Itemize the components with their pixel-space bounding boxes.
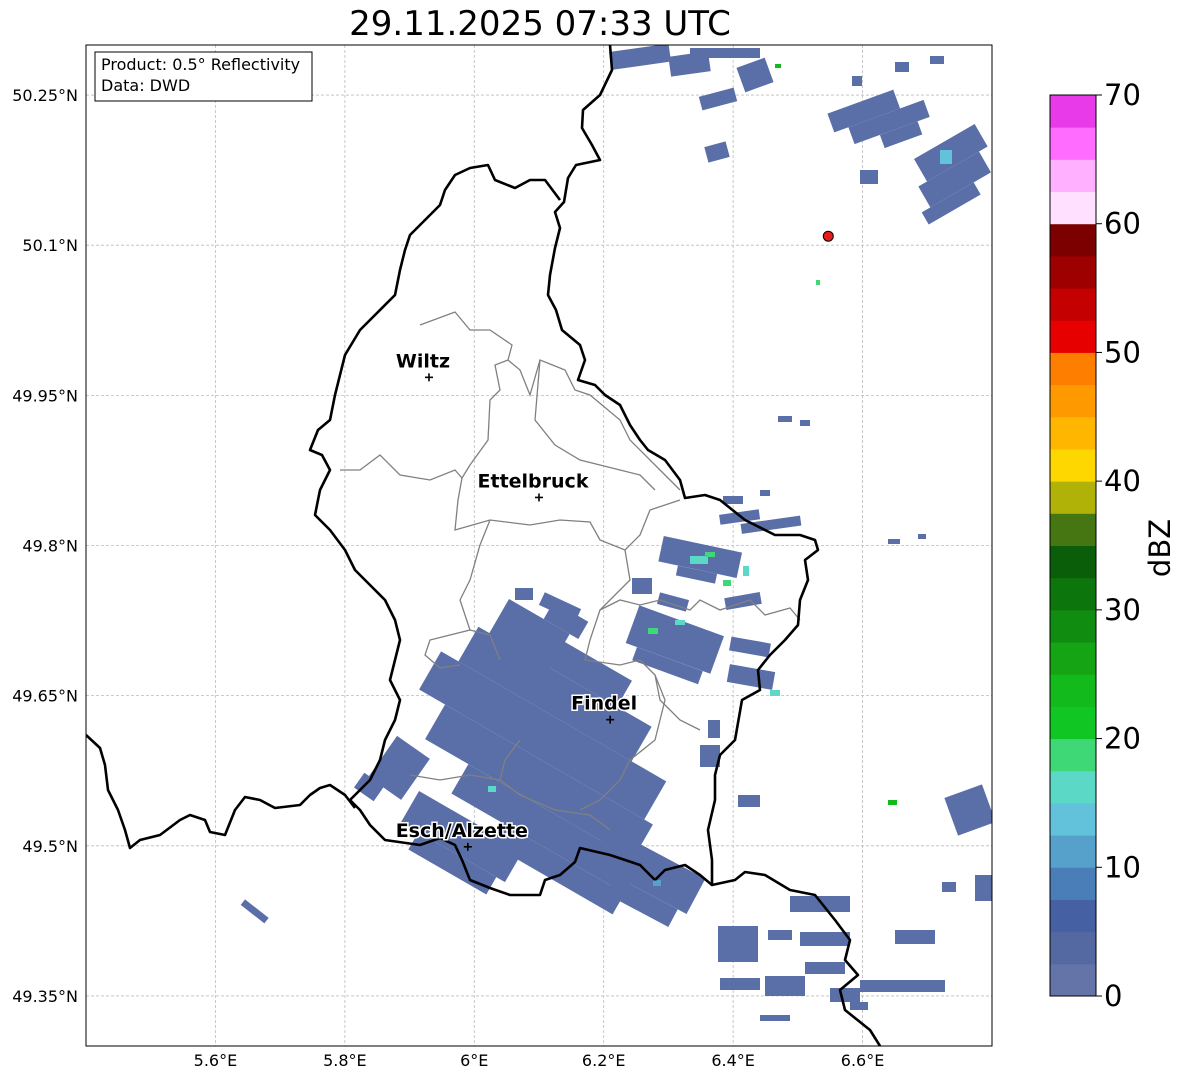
y-tick-label: 50.25°N	[12, 86, 78, 105]
colorbar-tick-label: 40	[1104, 464, 1141, 498]
x-tick-label: 6.2°E	[582, 1051, 626, 1070]
colorbar-segment	[1050, 674, 1096, 707]
colorbar-segment	[1050, 191, 1096, 225]
colorbar-segment	[1050, 545, 1096, 579]
colorbar-segment	[1050, 416, 1096, 450]
city-label: Ettelbruck	[478, 470, 589, 492]
colorbar-tick-label: 0	[1104, 979, 1122, 1013]
colorbar-segment	[1050, 899, 1096, 933]
colorbar-segment	[1050, 770, 1096, 804]
colorbar-segment	[1050, 963, 1096, 997]
colorbar-segment	[1050, 706, 1096, 740]
colorbar-segment	[1050, 835, 1096, 868]
x-tick-label: 6°E	[460, 1051, 488, 1070]
colorbar-segment	[1050, 288, 1096, 321]
y-tick-label: 50.1°N	[22, 236, 78, 255]
colorbar-tick-label: 60	[1104, 207, 1141, 241]
x-tick-label: 5.6°E	[194, 1051, 238, 1070]
y-tick-label: 49.8°N	[22, 537, 78, 556]
colorbar-segment	[1050, 255, 1096, 289]
colorbar-tick-label: 10	[1104, 850, 1141, 884]
info-data-source: Data: DWD	[101, 76, 190, 95]
x-tick-label: 6.4°E	[711, 1051, 755, 1070]
radar-map: Wiltz Ettelbruck Findel Esch/Alzette Produc…	[12, 44, 1177, 1070]
colorbar-segment	[1050, 867, 1096, 900]
city-label: Esch/Alzette	[396, 820, 528, 842]
y-tick-label: 49.65°N	[12, 687, 78, 706]
colorbar-segment	[1050, 384, 1096, 418]
colorbar-segment	[1050, 159, 1096, 193]
colorbar-segment	[1050, 481, 1096, 514]
city-wiltz: Wiltz	[394, 349, 452, 382]
reflectivity-echoes	[240, 45, 992, 1021]
colorbar-tick-label: 20	[1104, 722, 1141, 756]
axis-ticks: 5.6°E 5.8°E 6°E 6.2°E 6.4°E 6.6°E 50.25°N 50.1°…	[12, 86, 884, 1070]
y-tick-label: 49.5°N	[22, 837, 78, 856]
city-ettelbruck: Ettelbruck	[476, 469, 590, 502]
colorbar-segment	[1050, 223, 1096, 257]
colorbar-segment	[1050, 320, 1096, 353]
colorbar-segment	[1050, 127, 1096, 160]
colorbar-tick-label: 30	[1104, 593, 1141, 627]
colorbar-segment	[1050, 738, 1096, 772]
x-tick-label: 5.8°E	[323, 1051, 367, 1070]
city-label: Findel	[571, 693, 637, 715]
info-product: Product: 0.5° Reflectivity	[101, 55, 300, 74]
colorbar-segment	[1050, 513, 1096, 546]
y-tick-label: 49.35°N	[12, 987, 78, 1006]
colorbar-segment	[1050, 577, 1096, 611]
colorbar-segment	[1050, 609, 1096, 643]
info-box: Product: 0.5° Reflectivity Data: DWD	[94, 51, 313, 102]
colorbar-tick-label: 50	[1104, 335, 1141, 369]
colorbar-segment	[1050, 802, 1096, 836]
y-tick-label: 49.95°N	[12, 386, 78, 405]
radar-site-marker	[822, 230, 834, 242]
colorbar-segment	[1050, 931, 1096, 965]
colorbar: 0 10 20 30 40 50 60 70	[1049, 78, 1141, 1013]
colorbar-segment	[1050, 95, 1096, 128]
colorbar-segment	[1050, 448, 1096, 482]
city-label: Wiltz	[396, 350, 450, 372]
x-tick-label: 6.6°E	[841, 1051, 885, 1070]
colorbar-segment	[1050, 642, 1096, 675]
colorbar-label: dBZ	[1143, 519, 1177, 577]
colorbar-tick-label: 70	[1104, 78, 1141, 112]
colorbar-segment	[1050, 352, 1096, 386]
